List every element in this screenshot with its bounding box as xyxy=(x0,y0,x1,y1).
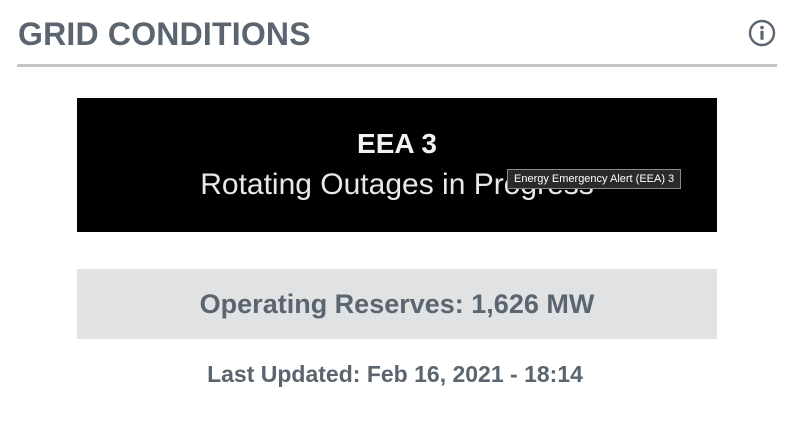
operating-reserves-value: Operating Reserves: 1,626 MW xyxy=(199,288,595,319)
grid-conditions-widget: GRID CONDITIONS EEA 3 Rotating Outages i… xyxy=(0,0,790,424)
last-updated: Last Updated: Feb 16, 2021 - 18:14 xyxy=(207,361,583,387)
eea-status-banner[interactable]: EEA 3 Rotating Outages in Progress Energ… xyxy=(77,98,717,232)
info-circle-icon xyxy=(748,19,776,47)
widget-title: GRID CONDITIONS xyxy=(18,16,311,52)
eea-tooltip: Energy Emergency Alert (EEA) 3 xyxy=(507,169,682,189)
widget-header: GRID CONDITIONS xyxy=(17,0,777,67)
info-icon[interactable] xyxy=(748,19,776,47)
eea-level: EEA 3 xyxy=(357,128,437,159)
operating-reserves-box: Operating Reserves: 1,626 MW xyxy=(77,269,717,339)
